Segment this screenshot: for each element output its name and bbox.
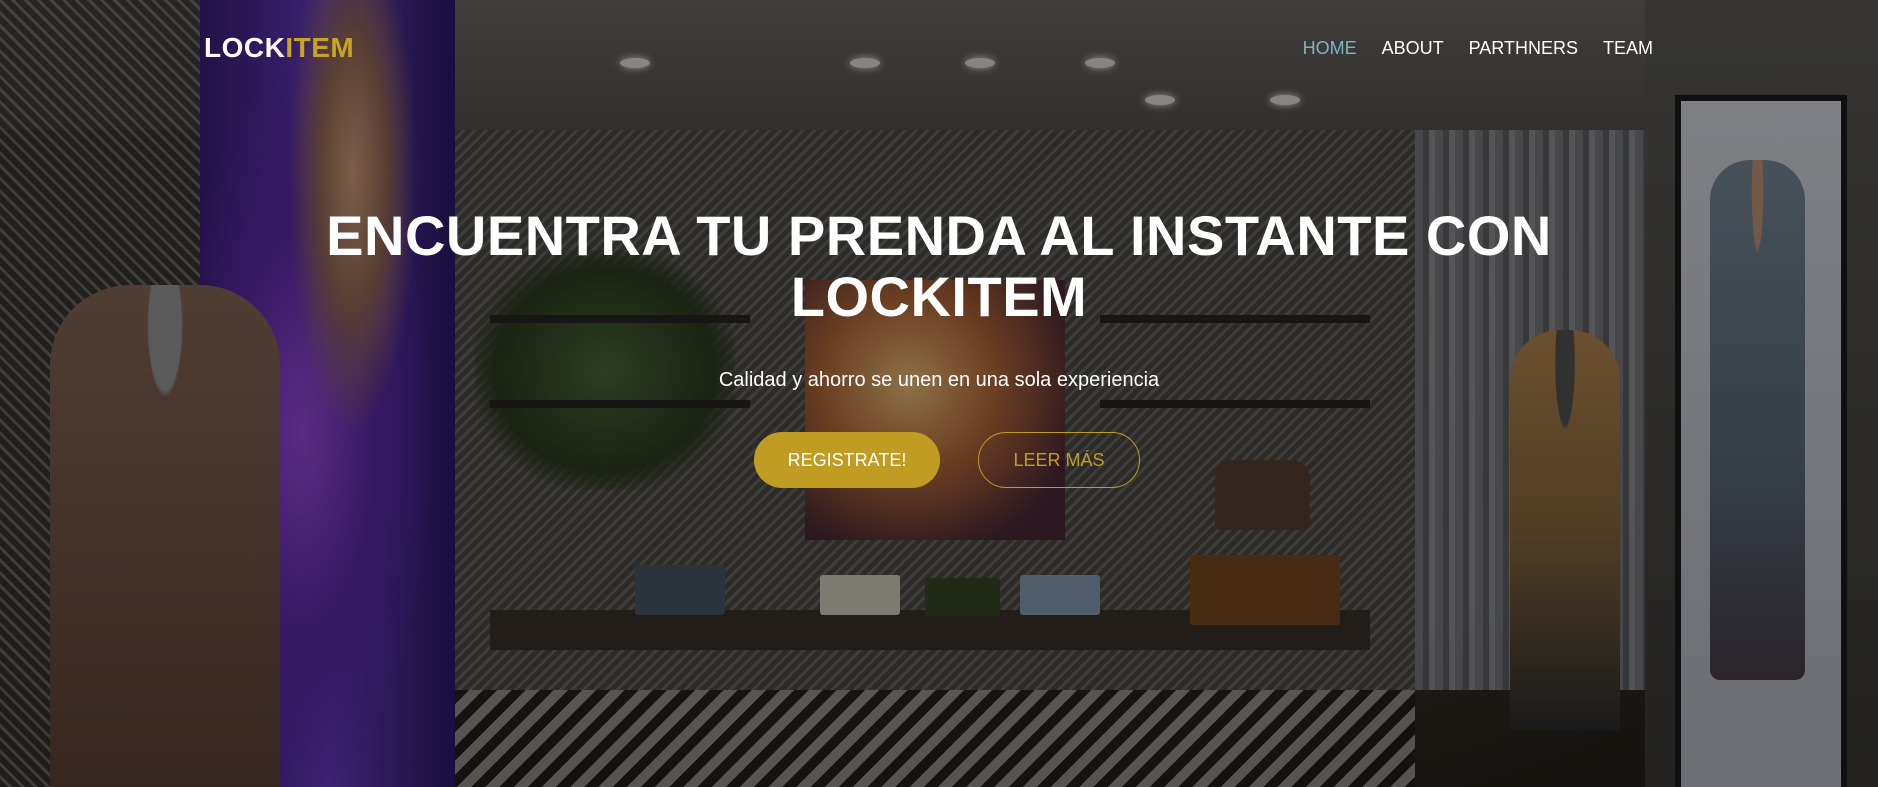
register-button[interactable]: REGISTRATE! — [754, 432, 940, 488]
main-nav: HOME ABOUT PARTHNERS TEAM — [1303, 38, 1653, 59]
nav-link-home[interactable]: HOME — [1303, 38, 1357, 58]
read-more-button[interactable]: LEER MÁS — [978, 432, 1140, 488]
nav-link-partners[interactable]: PARTHNERS — [1469, 38, 1578, 58]
nav-link-team[interactable]: TEAM — [1603, 38, 1653, 58]
hero-buttons: REGISTRATE! LEER MÁS — [0, 432, 1878, 488]
nav-item-team: TEAM — [1603, 38, 1653, 59]
hero-section: LOCKITEM HOME ABOUT PARTHNERS TEAM ENCUE… — [0, 0, 1878, 787]
logo[interactable]: LOCKITEM — [204, 32, 354, 64]
hero-subtitle: Calidad y ahorro se unen en una sola exp… — [718, 369, 1160, 391]
nav-link-about[interactable]: ABOUT — [1382, 38, 1444, 58]
nav-item-home: HOME — [1303, 38, 1357, 59]
nav-item-partners: PARTHNERS — [1469, 38, 1578, 59]
hero-title: ENCUENTRA TU PRENDA AL INSTANTE CON LOCK… — [326, 204, 1552, 328]
logo-text-item: ITEM — [285, 32, 355, 63]
hero-content: ENCUENTRA TU PRENDA AL INSTANTE CON LOCK… — [0, 205, 1878, 488]
site-header: LOCKITEM HOME ABOUT PARTHNERS TEAM — [0, 0, 1878, 100]
nav-item-about: ABOUT — [1382, 38, 1444, 59]
logo-text-lock: LOCK — [204, 32, 286, 63]
